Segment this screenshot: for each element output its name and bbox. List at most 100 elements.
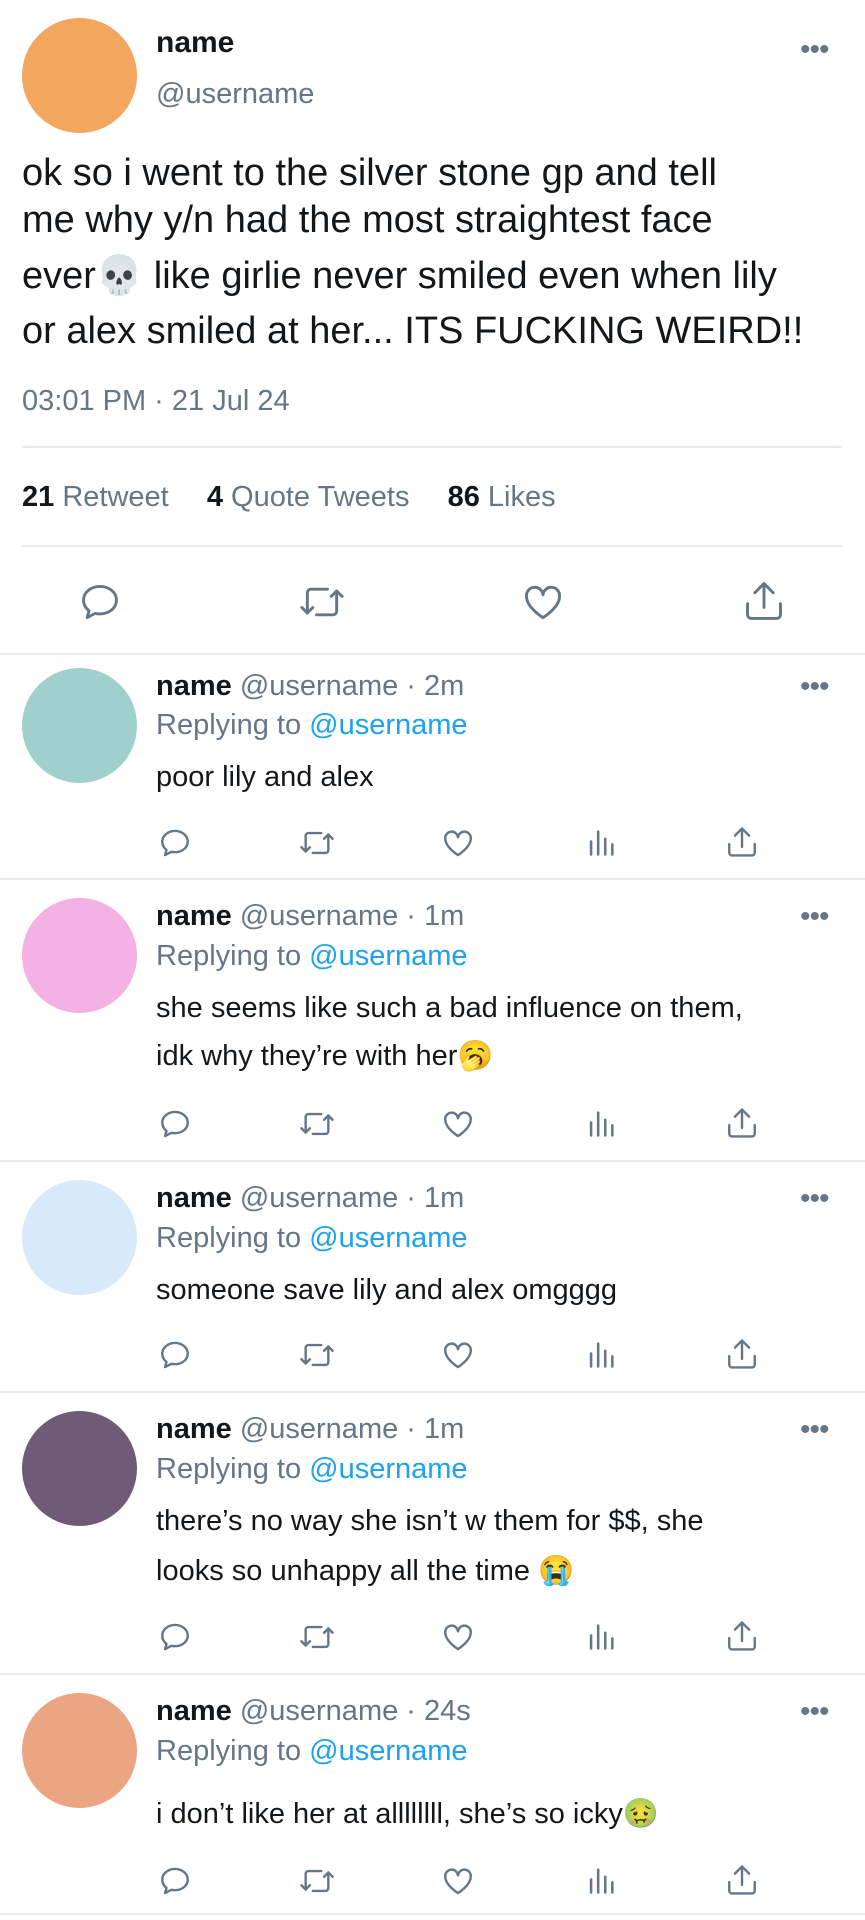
reply-text-line: someone save lily and alex omgggg (156, 1274, 618, 1306)
replying-handle-link[interactable]: @username (309, 940, 467, 972)
likes-label[interactable]: Likes (488, 481, 556, 513)
retweet-icon[interactable] (298, 1107, 336, 1141)
replying-to: Replying to @username (156, 1453, 468, 1486)
replying-label: Replying to (156, 1453, 302, 1485)
replying-to: Replying to @username (156, 940, 468, 973)
quote-count[interactable]: 4 (207, 481, 223, 513)
reply-icon[interactable] (158, 1338, 192, 1372)
author-handle[interactable]: @username (156, 78, 314, 111)
likes-count[interactable]: 86 (448, 481, 480, 513)
share-icon[interactable] (725, 1618, 759, 1654)
heart-icon[interactable] (441, 1338, 475, 1372)
reply-text-line: i don’t like her at allllllll, she’s so … (156, 1798, 659, 1830)
reply-icon[interactable] (158, 1864, 192, 1898)
divider (0, 1913, 865, 1915)
replying-to: Replying to @username (156, 709, 468, 742)
replying-label: Replying to (156, 1735, 302, 1767)
reply-header: name @username · 1m (156, 1413, 464, 1446)
author-handle[interactable]: @username (240, 670, 398, 702)
share-icon[interactable] (725, 1862, 759, 1898)
divider (22, 545, 842, 547)
author-handle[interactable]: @username (240, 1182, 398, 1214)
reply-time: · 1m (406, 1182, 465, 1214)
avatar[interactable] (22, 1693, 137, 1808)
heart-icon[interactable] (441, 1864, 475, 1898)
reply-header: name @username · 24s (156, 1695, 471, 1728)
more-dots-icon[interactable]: ••• (800, 1184, 829, 1214)
tweet-text-line: ok so i went to the silver stone gp and … (22, 152, 717, 194)
heart-icon[interactable] (441, 1620, 475, 1654)
tweet-text-line: ever💀 like girlie never smiled even when… (22, 255, 777, 297)
divider (22, 446, 842, 448)
reply-text-line: poor lily and alex (156, 761, 374, 793)
more-dots-icon[interactable]: ••• (800, 1697, 829, 1727)
replying-label: Replying to (156, 940, 302, 972)
share-icon[interactable] (725, 1336, 759, 1372)
replying-handle-link[interactable]: @username (309, 1453, 467, 1485)
share-icon[interactable] (742, 578, 786, 624)
more-dots-icon[interactable]: ••• (800, 1415, 829, 1445)
heart-icon[interactable] (441, 826, 475, 860)
reply-text-line: idk why they’re with her🥱 (156, 1040, 494, 1072)
author-name[interactable]: name (156, 1182, 232, 1214)
more-dots-icon[interactable]: ••• (800, 672, 829, 702)
retweet-count[interactable]: 21 (22, 481, 54, 513)
reply-time: · 1m (406, 900, 465, 932)
replying-label: Replying to (156, 709, 302, 741)
replying-to: Replying to @username (156, 1735, 468, 1768)
author-name[interactable]: name (156, 900, 232, 932)
reply-text-line: looks so unhappy all the time 😭 (156, 1555, 575, 1587)
reply-header: name @username · 1m (156, 1182, 464, 1215)
heart-icon[interactable] (521, 580, 565, 624)
reply-icon[interactable] (158, 1107, 192, 1141)
heart-icon[interactable] (441, 1107, 475, 1141)
reply-time: · 24s (406, 1695, 471, 1727)
divider (0, 878, 865, 880)
replying-handle-link[interactable]: @username (309, 709, 467, 741)
share-icon[interactable] (725, 824, 759, 860)
author-handle[interactable]: @username (240, 1695, 398, 1727)
reply-header: name @username · 1m (156, 900, 464, 933)
author-name[interactable]: name (156, 1413, 232, 1445)
retweet-icon[interactable] (298, 826, 336, 860)
views-icon[interactable] (584, 1864, 618, 1898)
tweet-timestamp: 03:01 PM · 21 Jul 24 (22, 385, 290, 417)
more-dots-icon[interactable]: ••• (800, 35, 829, 65)
avatar[interactable] (22, 1411, 137, 1526)
replying-handle-link[interactable]: @username (309, 1222, 467, 1254)
reply-icon[interactable] (78, 580, 122, 624)
retweet-icon[interactable] (298, 1864, 336, 1898)
avatar[interactable] (22, 1180, 137, 1295)
views-icon[interactable] (584, 1620, 618, 1654)
author-name[interactable]: name (156, 26, 234, 60)
avatar[interactable] (22, 898, 137, 1013)
share-icon[interactable] (725, 1105, 759, 1141)
tweet-text-line: or alex smiled at her... ITS FUCKING WEI… (22, 310, 804, 352)
retweet-label[interactable]: Retweet (62, 481, 168, 513)
reply-time: · 1m (406, 1413, 465, 1445)
divider (0, 1160, 865, 1162)
avatar[interactable] (22, 668, 137, 783)
views-icon[interactable] (584, 1338, 618, 1372)
retweet-icon[interactable] (298, 580, 346, 624)
author-name[interactable]: name (156, 1695, 232, 1727)
reply-time: · 2m (406, 670, 465, 702)
more-dots-icon[interactable]: ••• (800, 902, 829, 932)
author-handle[interactable]: @username (240, 900, 398, 932)
views-icon[interactable] (584, 826, 618, 860)
retweet-icon[interactable] (298, 1338, 336, 1372)
author-handle[interactable]: @username (240, 1413, 398, 1445)
reply-text-line: there’s no way she isn’t w them for $$, … (156, 1505, 704, 1537)
reply-icon[interactable] (158, 826, 192, 860)
replying-to: Replying to @username (156, 1222, 468, 1255)
replying-handle-link[interactable]: @username (309, 1735, 467, 1767)
replying-label: Replying to (156, 1222, 302, 1254)
retweet-icon[interactable] (298, 1620, 336, 1654)
divider (0, 1673, 865, 1675)
avatar[interactable] (22, 18, 137, 133)
divider (0, 1391, 865, 1393)
reply-icon[interactable] (158, 1620, 192, 1654)
author-name[interactable]: name (156, 670, 232, 702)
views-icon[interactable] (584, 1107, 618, 1141)
quote-label[interactable]: Quote Tweets (231, 481, 409, 513)
